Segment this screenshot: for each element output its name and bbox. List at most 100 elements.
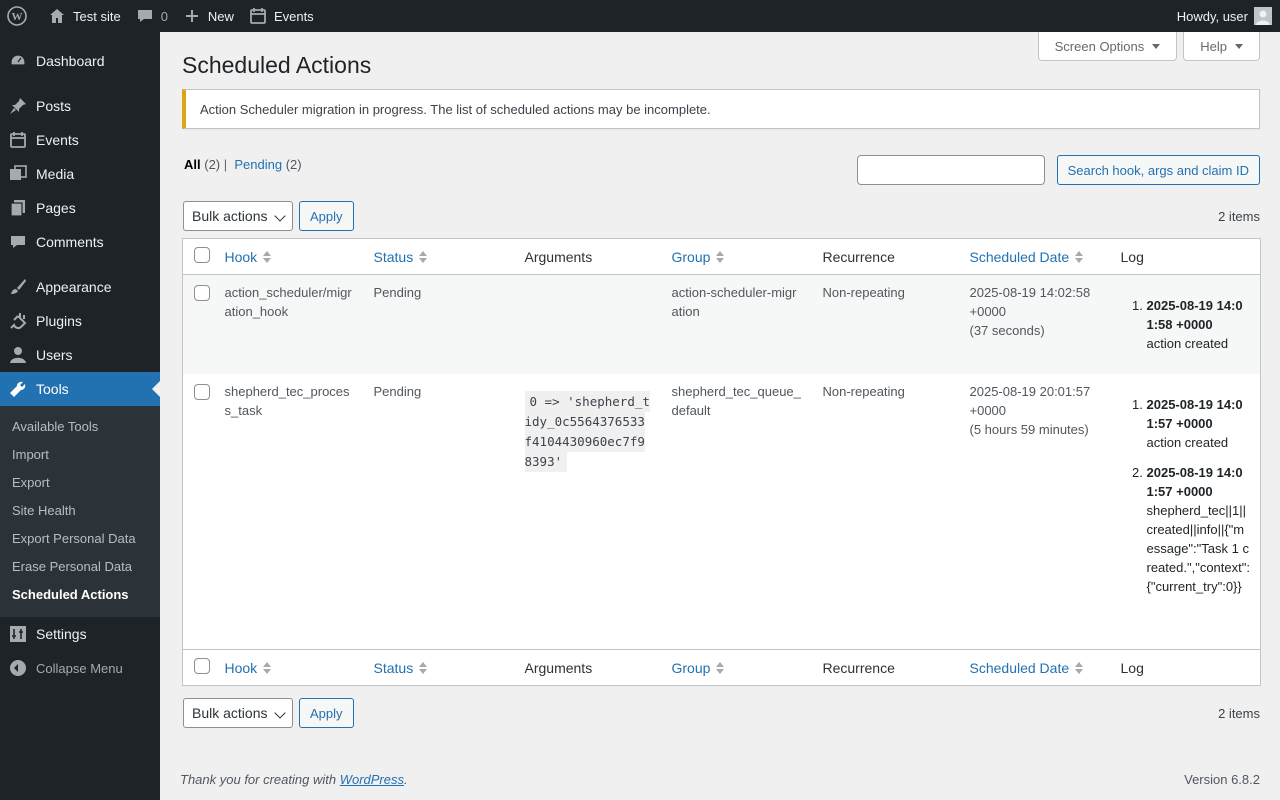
group-cell: shepherd_tec_queue_default bbox=[671, 383, 801, 418]
submenu-export-personal-data[interactable]: Export Personal Data bbox=[0, 525, 160, 553]
sort-arrows-icon bbox=[419, 250, 428, 263]
calendar-icon bbox=[8, 130, 28, 150]
footer-thanks-suffix: . bbox=[404, 772, 408, 787]
screen-options-button[interactable]: Screen Options bbox=[1037, 32, 1178, 61]
sort-group-link[interactable]: Group bbox=[672, 249, 725, 265]
log-entry: 2025-08-19 14:01:57 +0000 action created bbox=[1147, 395, 1251, 452]
table-row: action_scheduler/migration_hook Pending … bbox=[182, 274, 1261, 374]
sort-hook-link[interactable]: Hook bbox=[225, 660, 272, 676]
log-entry: 2025-08-19 14:01:57 +0000shepherd_tec||1… bbox=[1147, 463, 1251, 596]
site-name-menu[interactable]: Test site bbox=[40, 0, 128, 32]
wrench-icon bbox=[8, 379, 28, 399]
wordpress-link[interactable]: WordPress bbox=[340, 772, 404, 787]
sidebar-item-users[interactable]: Users bbox=[0, 338, 160, 372]
view-pending-count: (2) bbox=[285, 157, 302, 172]
submenu-available-tools[interactable]: Available Tools bbox=[0, 413, 160, 441]
log-cell: 2025-08-19 14:01:58 +0000 action created bbox=[1111, 275, 1261, 374]
submenu-erase-personal-data[interactable]: Erase Personal Data bbox=[0, 553, 160, 581]
sidebar-item-label: Dashboard bbox=[36, 53, 105, 69]
dashboard-icon bbox=[8, 51, 28, 71]
table-row: shepherd_tec_process_task Pending 0 => '… bbox=[183, 374, 1261, 650]
hook-cell: action_scheduler/migration_hook bbox=[224, 285, 352, 319]
bulk-actions-select[interactable]: Bulk actions bbox=[183, 201, 293, 231]
calendar-icon bbox=[248, 6, 268, 26]
select-all-checkbox[interactable] bbox=[194, 658, 210, 674]
sort-scheduled-date-link[interactable]: Scheduled Date bbox=[970, 249, 1084, 265]
account-menu[interactable]: Howdy, user bbox=[1177, 7, 1280, 25]
comments-count: 0 bbox=[160, 8, 168, 24]
sort-arrows-icon bbox=[716, 661, 725, 674]
tablenav-bottom: Bulk actions Apply 2 items bbox=[183, 698, 1260, 728]
view-all-link[interactable]: All bbox=[184, 157, 201, 172]
page-title: Scheduled Actions bbox=[182, 52, 372, 78]
sidebar-item-label: Users bbox=[36, 347, 73, 363]
search-input[interactable] bbox=[856, 155, 1045, 185]
sidebar-item-pages[interactable]: Pages bbox=[0, 191, 160, 225]
submenu-export[interactable]: Export bbox=[0, 469, 160, 497]
table-header-row: Hook Status Arguments Group Recurrence S… bbox=[182, 239, 1261, 275]
migration-notice: Action Scheduler migration in progress. … bbox=[182, 89, 1260, 129]
events-menu[interactable]: Events bbox=[241, 0, 321, 32]
comments-menu[interactable]: 0 bbox=[128, 0, 175, 32]
column-log: Log bbox=[1120, 248, 1144, 265]
media-icon bbox=[8, 164, 28, 184]
row-checkbox[interactable] bbox=[194, 285, 210, 301]
column-recurrence: Recurrence bbox=[822, 248, 895, 265]
sidebar-item-dashboard[interactable]: Dashboard bbox=[0, 44, 160, 78]
select-all-checkbox[interactable] bbox=[194, 247, 210, 263]
sidebar-item-label: Tools bbox=[36, 381, 69, 397]
status-cell: Pending bbox=[373, 383, 422, 399]
items-count: 2 items bbox=[1218, 705, 1260, 721]
sort-hook-link[interactable]: Hook bbox=[225, 249, 272, 265]
log-date: 2025-08-19 14:01:57 +0000 bbox=[1146, 464, 1243, 499]
submenu-scheduled-actions[interactable]: Scheduled Actions bbox=[0, 581, 160, 609]
collapse-menu-button[interactable]: Collapse Menu bbox=[0, 651, 160, 685]
sidebar-item-events[interactable]: Events bbox=[0, 123, 160, 157]
scheduled-date: 2025-08-19 20:01:57 +0000 bbox=[969, 383, 1091, 418]
column-label: Group bbox=[671, 659, 711, 676]
scheduled-relative: (37 seconds) bbox=[969, 323, 1045, 338]
help-button[interactable]: Help bbox=[1183, 32, 1260, 61]
new-content-menu[interactable]: New bbox=[175, 0, 241, 32]
sidebar-item-label: Plugins bbox=[36, 313, 82, 329]
brush-icon bbox=[8, 277, 28, 297]
log-list: 2025-08-19 14:01:58 +0000 action created bbox=[1147, 283, 1251, 353]
wordpress-logo-menu[interactable]: W bbox=[0, 0, 40, 32]
sidebar-item-media[interactable]: Media bbox=[0, 157, 160, 191]
submenu-site-health[interactable]: Site Health bbox=[0, 497, 160, 525]
help-label: Help bbox=[1200, 38, 1227, 54]
chevron-down-icon bbox=[274, 707, 286, 719]
sidebar-item-posts[interactable]: Posts bbox=[0, 89, 160, 123]
sort-status-link[interactable]: Status bbox=[374, 249, 428, 265]
pin-icon bbox=[8, 96, 28, 116]
column-label: Hook bbox=[224, 659, 258, 676]
sort-arrows-icon bbox=[263, 661, 272, 674]
apply-button[interactable]: Apply bbox=[299, 698, 354, 728]
search-button[interactable]: Search hook, args and claim ID bbox=[1056, 155, 1260, 185]
column-label: Status bbox=[373, 248, 414, 265]
sidebar-item-comments[interactable]: Comments bbox=[0, 225, 160, 259]
tablenav-top: Bulk actions Apply 2 items bbox=[183, 201, 1260, 231]
sidebar-item-appearance[interactable]: Appearance bbox=[0, 270, 160, 304]
caret-down-icon bbox=[1152, 43, 1161, 49]
sidebar-item-tools[interactable]: Tools bbox=[0, 372, 160, 406]
admin-sidebar: Dashboard Posts Events Media Pages Comme… bbox=[0, 32, 160, 800]
new-label: New bbox=[207, 8, 234, 24]
caret-down-icon bbox=[1235, 43, 1243, 49]
sort-status-link[interactable]: Status bbox=[374, 660, 428, 676]
column-status: Status bbox=[364, 239, 515, 275]
bulk-actions-select[interactable]: Bulk actions bbox=[183, 698, 293, 728]
apply-button[interactable]: Apply bbox=[299, 201, 354, 231]
collapse-arrow-icon bbox=[10, 660, 26, 676]
view-pending-link[interactable]: Pending bbox=[234, 157, 282, 172]
submenu-import[interactable]: Import bbox=[0, 441, 160, 469]
column-hook: Hook bbox=[215, 650, 364, 686]
sidebar-item-settings[interactable]: Settings bbox=[0, 617, 160, 651]
screen-options-label: Screen Options bbox=[1054, 38, 1145, 54]
settings-icon bbox=[8, 624, 28, 644]
row-checkbox[interactable] bbox=[194, 383, 210, 400]
sort-group-link[interactable]: Group bbox=[672, 660, 725, 676]
sort-scheduled-date-link[interactable]: Scheduled Date bbox=[970, 660, 1084, 676]
column-scheduled-date: Scheduled Date bbox=[960, 650, 1111, 686]
sidebar-item-plugins[interactable]: Plugins bbox=[0, 304, 160, 338]
